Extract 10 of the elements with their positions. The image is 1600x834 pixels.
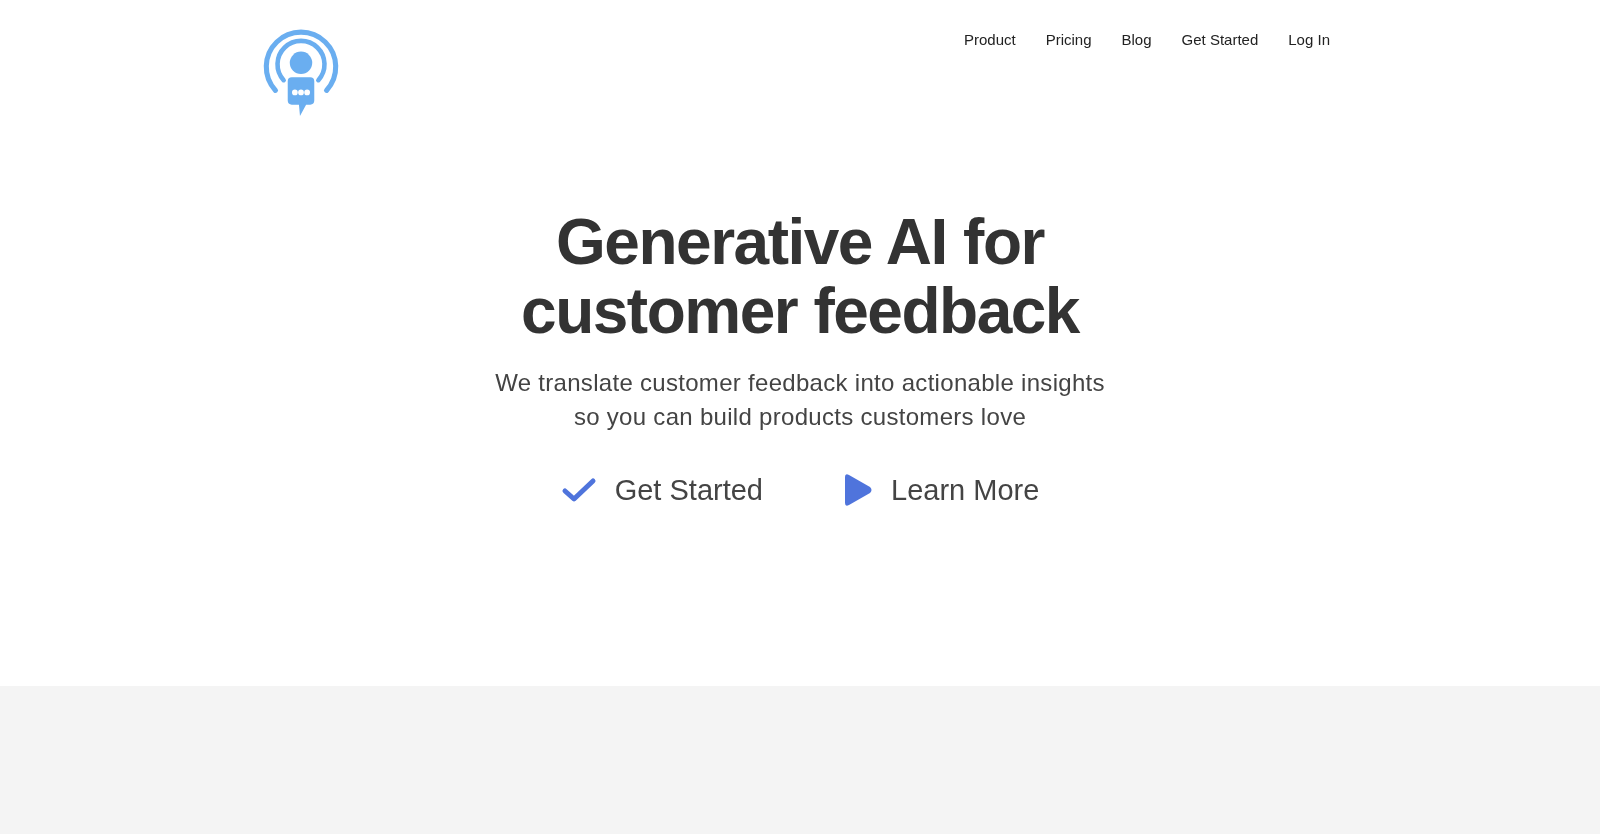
check-icon [560,476,597,504]
hero-heading: Generative AI for customer feedback [521,208,1079,346]
hero-subtitle: We translate customer feedback into actionable insights so you can build products customers love [495,368,1105,432]
nav-link[interactable]: Get Started [1181,30,1259,50]
nav-link[interactable]: Product [963,30,1016,50]
hero-link[interactable]: Get Started [560,472,763,508]
hero-link[interactable]: Learn More [841,472,1040,508]
nav-link[interactable]: Log In [1288,30,1330,50]
nav-link[interactable]: Pricing [1045,30,1092,50]
nav-link[interactable]: Blog [1121,30,1152,50]
